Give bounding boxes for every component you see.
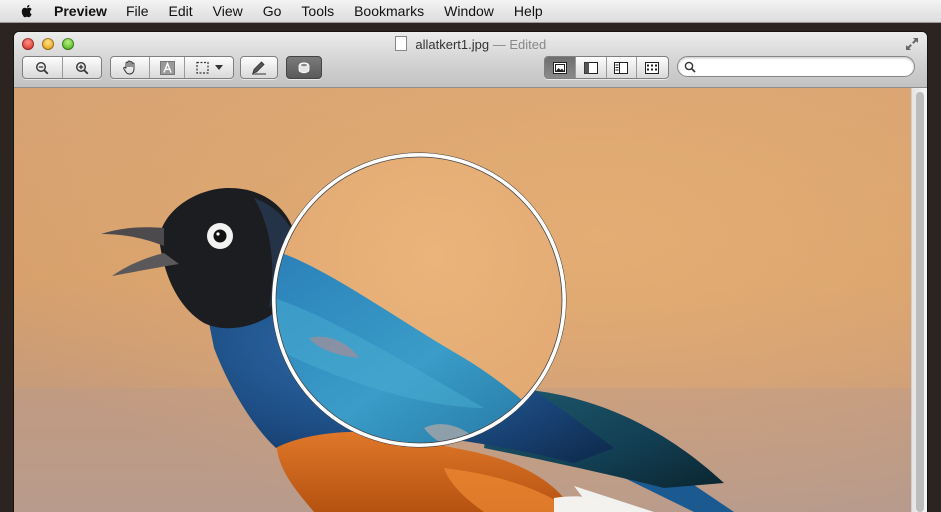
view-contact-sheet-button[interactable] bbox=[635, 57, 668, 78]
view-toc-button[interactable] bbox=[605, 57, 636, 78]
document-filename: allatkert1.jpg bbox=[415, 37, 490, 52]
content-only-icon bbox=[553, 61, 568, 74]
contact-sheet-icon bbox=[645, 61, 660, 74]
document-icon[interactable] bbox=[394, 36, 407, 51]
menu-bar: Preview File Edit View Go Tools Bookmark… bbox=[0, 0, 941, 23]
search-input[interactable] bbox=[700, 58, 914, 75]
menu-go[interactable]: Go bbox=[263, 0, 282, 22]
move-tool-button[interactable] bbox=[111, 57, 149, 78]
tool-selector bbox=[110, 56, 234, 79]
menu-app-name[interactable]: Preview bbox=[54, 0, 107, 22]
loupe-icon bbox=[298, 61, 310, 73]
zoom-in-button[interactable] bbox=[61, 57, 102, 78]
fullscreen-icon[interactable] bbox=[905, 37, 919, 51]
thumbnails-icon bbox=[583, 61, 598, 74]
edited-status: Edited bbox=[509, 37, 547, 52]
apple-logo-icon[interactable] bbox=[18, 2, 36, 20]
magnifier-button[interactable] bbox=[286, 56, 322, 79]
menu-window[interactable]: Window bbox=[444, 0, 494, 22]
zoom-in-icon bbox=[75, 61, 89, 74]
search-icon bbox=[684, 61, 696, 73]
menu-bookmarks[interactable]: Bookmarks bbox=[354, 0, 424, 22]
menu-tools[interactable]: Tools bbox=[301, 0, 334, 22]
window-title: allatkert1.jpg — Edited bbox=[14, 36, 927, 52]
hand-icon bbox=[123, 60, 135, 75]
bird-photo[interactable] bbox=[14, 88, 911, 512]
zoom-control bbox=[22, 56, 102, 79]
chevron-down-icon bbox=[214, 65, 223, 70]
annotate-button[interactable] bbox=[240, 56, 278, 79]
menu-help[interactable]: Help bbox=[514, 0, 543, 22]
zoom-out-icon bbox=[36, 61, 49, 74]
text-select-icon bbox=[159, 60, 175, 75]
title-separator: — bbox=[492, 37, 506, 52]
rect-selection-icon bbox=[195, 61, 209, 74]
preview-window: allatkert1.jpg — Edited bbox=[14, 32, 927, 512]
table-of-contents-icon bbox=[614, 61, 629, 74]
menu-edit[interactable]: Edit bbox=[169, 0, 193, 22]
title-bar: allatkert1.jpg — Edited bbox=[14, 32, 927, 88]
zoom-out-button[interactable] bbox=[23, 57, 62, 78]
text-tool-button[interactable] bbox=[149, 57, 184, 78]
view-mode-selector bbox=[544, 56, 669, 79]
selection-tool-button[interactable] bbox=[184, 57, 233, 78]
menu-file[interactable]: File bbox=[126, 0, 149, 22]
vertical-scrollbar[interactable] bbox=[911, 88, 927, 512]
menu-view[interactable]: View bbox=[213, 0, 243, 22]
pencil-icon bbox=[252, 60, 266, 74]
view-thumbnails-button[interactable] bbox=[575, 57, 605, 78]
scrollbar-thumb[interactable] bbox=[916, 92, 924, 512]
document-view[interactable] bbox=[14, 88, 911, 512]
view-content-only-button[interactable] bbox=[545, 57, 576, 78]
search-field[interactable] bbox=[677, 56, 915, 77]
